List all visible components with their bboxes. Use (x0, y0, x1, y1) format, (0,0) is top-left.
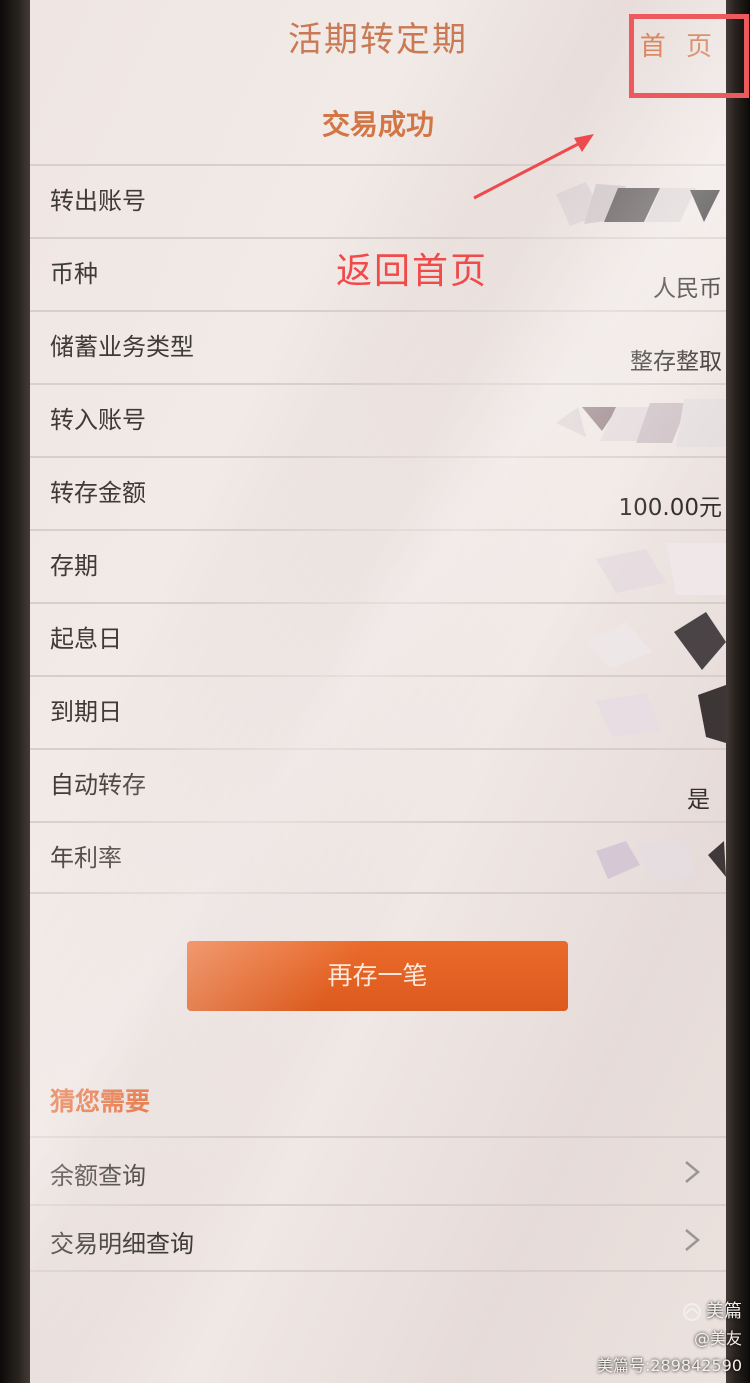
privacy-mosaic (596, 841, 726, 883)
detail-label: 到期日 (50, 698, 122, 726)
detail-value: 整存整取 (630, 349, 722, 375)
watermark: 美篇 @美友 美篇号:289842590 (597, 1298, 742, 1379)
menu-item-label: 交易明细查询 (50, 1230, 194, 1258)
menu-item-transaction-query[interactable]: 交易明细查询 (30, 1204, 726, 1272)
detail-label: 转入账号 (50, 406, 146, 434)
chevron-right-icon (685, 1229, 700, 1251)
suggestions-list: 余额查询 交易明细查询 (30, 1136, 726, 1272)
menu-item-label: 余额查询 (50, 1162, 146, 1190)
detail-label: 起息日 (50, 625, 122, 653)
watermark-id: 美篇号:289842590 (596, 1356, 742, 1375)
detail-row-due-date: 到期日 (30, 675, 726, 748)
watermark-brand: 美篇 (597, 1298, 742, 1325)
watermark-user: @美友 (693, 1329, 742, 1348)
detail-value: 是 (687, 787, 710, 813)
privacy-mosaic (556, 399, 726, 447)
app-screen: 活期转定期 首 页 交易成功 转出账号 币种 人民币 储蓄业务类型 整存整取 转… (30, 0, 726, 1383)
detail-row-amount: 转存金额 100.00元 (30, 456, 726, 529)
detail-label: 存期 (50, 552, 98, 580)
annotation-highlight-box (629, 14, 749, 98)
page-title: 活期转定期 (288, 20, 468, 60)
phone-bezel-right (724, 0, 750, 1383)
detail-label: 转出账号 (50, 187, 146, 215)
suggestions-title: 猜您需要 (50, 1087, 151, 1116)
detail-row-out-account: 转出账号 (30, 164, 726, 237)
detail-row-interest-rate: 年利率 (30, 821, 726, 894)
detail-row-deposit-type: 储蓄业务类型 整存整取 (30, 310, 726, 383)
detail-row-auto-renew: 自动转存 是 (30, 748, 726, 821)
detail-label: 币种 (50, 260, 98, 288)
detail-label: 储蓄业务类型 (50, 333, 194, 361)
detail-value: 100.00元 (618, 495, 722, 521)
annotation-arrow-icon (473, 134, 594, 200)
deposit-again-button[interactable]: 再存一笔 (187, 941, 568, 1011)
detail-label: 转存金额 (50, 479, 146, 507)
detail-row-in-account: 转入账号 (30, 383, 726, 456)
chevron-right-icon (685, 1161, 700, 1183)
detail-row-term: 存期 (30, 529, 726, 602)
privacy-mosaic (586, 612, 726, 670)
privacy-mosaic (596, 543, 726, 595)
detail-label: 自动转存 (50, 771, 146, 799)
detail-label: 年利率 (50, 844, 122, 872)
privacy-mosaic (596, 685, 726, 743)
meipian-logo-icon (683, 1302, 701, 1321)
transaction-success-text: 交易成功 (321, 108, 434, 141)
detail-value: 人民币 (653, 276, 722, 302)
annotation-text: 返回首页 (336, 251, 489, 292)
detail-row-start-date: 起息日 (30, 602, 726, 675)
phone-bezel-left (0, 0, 32, 1383)
menu-item-balance-query[interactable]: 余额查询 (30, 1136, 726, 1204)
